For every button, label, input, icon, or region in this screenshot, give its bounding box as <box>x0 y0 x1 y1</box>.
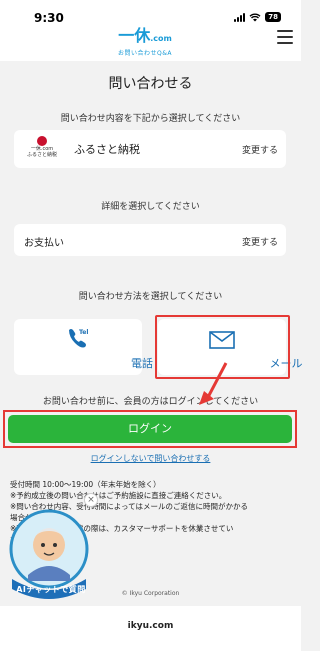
browser-bottom-bar: ikyu.com <box>0 606 301 651</box>
guest-inquiry-link[interactable]: ログインしないで問い合わせする <box>0 453 301 464</box>
phone-icon: Tel <box>69 329 88 348</box>
note-line: 受付時間 10:00～19:00（年末年始を除く） <box>10 480 161 489</box>
wifi-icon <box>249 13 261 21</box>
site-logo[interactable]: 一休.com お問い合わせQ&A <box>118 26 173 58</box>
phone-method-button[interactable]: Tel 電話 <box>14 319 153 375</box>
browser-url[interactable]: ikyu.com <box>0 621 301 631</box>
furusato-logo: 一休.com ふるさと納税 <box>22 136 62 162</box>
detail-change-link[interactable]: 変更する <box>242 235 278 248</box>
status-icons: 78 <box>234 12 281 22</box>
category-change-link[interactable]: 変更する <box>242 143 278 156</box>
site-header: 一休.com お問い合わせQ&A <box>0 25 301 61</box>
category-name: ふるさと納税 <box>74 143 140 156</box>
login-button[interactable]: ログイン <box>8 415 292 443</box>
menu-icon[interactable] <box>277 30 293 48</box>
signal-icon <box>234 12 246 22</box>
detail-card[interactable]: お支払い 変更する <box>14 224 286 256</box>
ai-chat-label[interactable]: AIチャットで質問 <box>14 584 88 595</box>
logo-main: 一休 <box>118 26 151 45</box>
ai-chat-close-button[interactable]: × <box>84 493 98 507</box>
category-card[interactable]: 一休.com ふるさと納税 ふるさと納税 変更する <box>14 130 286 168</box>
arrow-icon <box>199 362 228 405</box>
status-time: 9:30 <box>34 11 64 25</box>
method-prompt: 問い合わせ方法を選択してください <box>78 292 223 302</box>
battery-icon: 78 <box>265 12 281 22</box>
svg-text:Tel: Tel <box>79 329 88 336</box>
detail-value: お支払い <box>24 238 64 249</box>
detail-prompt: 詳細を選択してください <box>101 202 200 212</box>
page-title: 問い合わせる <box>108 76 193 92</box>
login-prompt: お問い合わせ前に、会員の方はログインしてください <box>42 397 259 407</box>
logo-domain: .com <box>150 34 172 43</box>
category-prompt: 問い合わせ内容を下記から選択してください <box>60 114 241 124</box>
logo-subtitle: お問い合わせQ&A <box>118 50 173 57</box>
note-line: ※予約成立後の問い合わせはご予約施設に直接ご連絡ください。 <box>10 491 227 500</box>
